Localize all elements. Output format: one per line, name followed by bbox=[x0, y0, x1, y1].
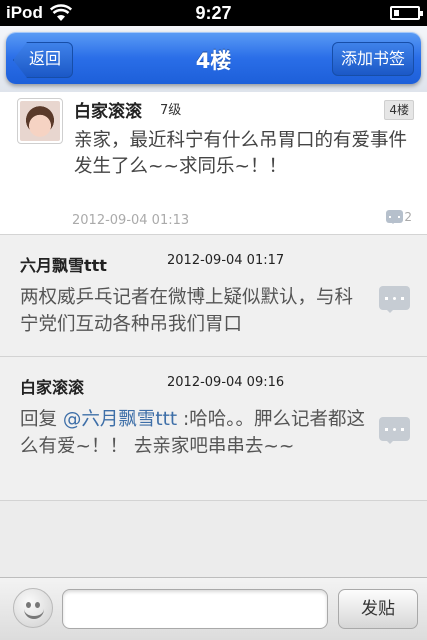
status-time: 9:27 bbox=[195, 3, 232, 23]
comment-count: 2 bbox=[404, 210, 412, 224]
battery-icon bbox=[390, 6, 423, 20]
reply-author[interactable]: 六月飘雪ttt bbox=[20, 252, 107, 276]
reply-author[interactable]: 白家滚滚 bbox=[20, 374, 84, 398]
comment-count-button[interactable]: 2 bbox=[386, 210, 412, 224]
mention-link[interactable]: @六月飘雪ttt bbox=[63, 409, 177, 430]
reply-time: 2012-09-04 09:16 bbox=[167, 375, 285, 390]
input-bar: 发贴 bbox=[0, 577, 427, 640]
send-button[interactable]: 发贴 bbox=[338, 589, 418, 629]
main-post: 白家滚滚 7级 4楼 亲家，最近科宁有什么吊胃口的有爱事件发生了么~~求同乐~！… bbox=[0, 92, 427, 235]
post-author[interactable]: 白家滚滚 bbox=[74, 97, 142, 122]
user-level: 7级 bbox=[160, 103, 182, 118]
emoji-icon[interactable] bbox=[13, 588, 53, 628]
status-bar: iPod 9:27 bbox=[0, 0, 427, 26]
add-bookmark-button[interactable]: 添加书签 bbox=[332, 42, 414, 76]
comment-icon bbox=[386, 210, 404, 224]
post-time: 2012-09-04 01:13 bbox=[72, 213, 190, 228]
reply-content: 两权威乒乓记者在微博上疑似默认，与科宁党们互动各种吊我们胃口 bbox=[20, 287, 354, 335]
back-button[interactable]: 返回 bbox=[13, 42, 71, 76]
post-content: 亲家，最近科宁有什么吊胃口的有爱事件发生了么~~求同乐~！！ bbox=[74, 130, 408, 177]
reply-prefix: 回复 bbox=[20, 409, 63, 430]
reply-comment-icon[interactable] bbox=[379, 417, 410, 444]
reply-item: 白家滚滚 2012-09-04 09:16 回复 @六月飘雪ttt :哈哈。。胛… bbox=[0, 357, 427, 501]
back-button-label: 返回 bbox=[29, 49, 62, 68]
nav-bar: 4楼 返回 添加书签 bbox=[0, 26, 427, 92]
reply-comment-icon[interactable] bbox=[379, 286, 410, 313]
floor-badge: 4楼 bbox=[384, 100, 414, 120]
reply-item: 六月飘雪ttt 2012-09-04 01:17 两权威乒乓记者在微博上疑似默认… bbox=[0, 235, 427, 357]
message-input[interactable] bbox=[62, 589, 328, 629]
avatar[interactable] bbox=[17, 98, 63, 144]
reply-content: 回复 @六月飘雪ttt :哈哈。。胛么记者都这么有爱~！！ 去亲家吧串串去~~ bbox=[20, 406, 370, 460]
reply-time: 2012-09-04 01:17 bbox=[167, 253, 285, 268]
